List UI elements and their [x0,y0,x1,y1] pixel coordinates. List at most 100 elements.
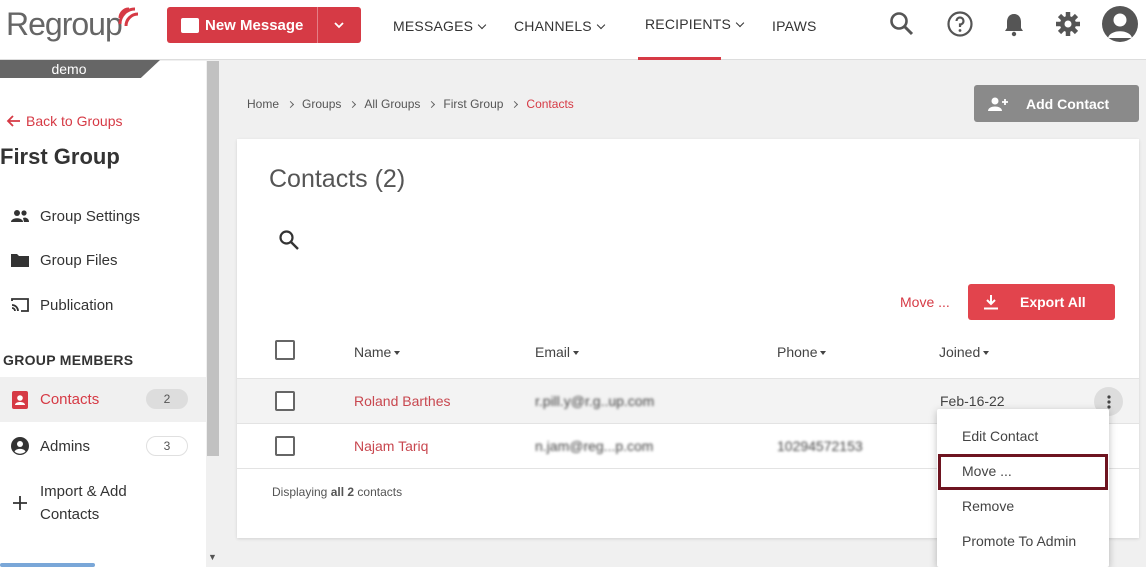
search-icon[interactable] [278,229,300,251]
contact-card-icon [0,390,40,409]
column-header-name[interactable]: Name [354,344,401,360]
nav-recipients[interactable]: RECIPIENTS [645,16,745,32]
nav-messages[interactable]: MESSAGES [393,18,487,34]
arrow-left-icon [6,115,20,127]
column-phone-label: Phone [777,344,818,360]
export-all-button[interactable]: Export All [968,284,1115,320]
add-contact-button[interactable]: Add Contact [974,85,1139,122]
footer-count: all 2 [330,485,355,499]
folder-icon [0,253,40,267]
contact-name-link[interactable]: Roland Barthes [354,393,451,409]
menu-item-edit-contact[interactable]: Edit Contact [937,419,1109,454]
footer-prefix: Displaying [272,485,331,499]
chevron-right-icon [286,100,295,108]
person-silhouette-icon [1108,13,1132,38]
group-members-heading: GROUP MEMBERS [3,352,134,368]
caret-down-icon [477,20,487,30]
contact-joined: Feb-16-22 [940,393,1005,409]
contact-phone: 10294572153 [777,438,863,454]
sidebar-item-label: Publication [40,296,114,314]
column-header-joined[interactable]: Joined [939,344,990,360]
chevron-right-icon [511,100,519,108]
contact-email: n.jam@reg...p.com [535,438,654,454]
back-to-groups-label: Back to Groups [26,113,123,129]
sidebar-item-group-settings[interactable]: Group Settings [0,196,206,236]
column-joined-label: Joined [939,344,981,360]
export-all-label: Export All [1020,294,1086,310]
sidebar-item-label: Contacts [40,391,100,408]
row-checkbox[interactable] [275,436,295,456]
column-header-phone[interactable]: Phone [777,344,827,360]
bell-icon[interactable] [1000,10,1028,38]
logo-text: Regroup [6,6,123,42]
select-all-checkbox[interactable] [275,340,295,360]
import-add-label-line2: Contacts [40,506,100,523]
help-icon[interactable] [946,10,974,38]
contact-name-link[interactable]: Najam Tariq [354,438,428,454]
nav-channels-label: CHANNELS [514,18,592,34]
sidebar-item-label: Group Settings [40,207,141,225]
add-person-icon [988,97,1008,111]
breadcrumb-first-group[interactable]: First Group [443,97,503,111]
nav-recipients-label: RECIPIENTS [645,16,732,32]
sidebar-item-label: Import & Add Contacts [40,480,127,526]
nav-channels[interactable]: CHANNELS [514,18,606,34]
nav-ipaws[interactable]: IPAWS [772,18,817,34]
sidebar-scrollbar-thumb[interactable] [207,61,219,456]
download-icon [984,295,998,310]
sidebar-item-admins[interactable]: Admins 3 [0,426,206,466]
chevron-right-icon [428,100,436,108]
chevron-down-icon[interactable] [333,19,345,33]
column-name-label: Name [354,344,392,360]
nav-ipaws-label: IPAWS [772,18,817,34]
account-tab: demo [0,60,160,78]
sidebar-item-group-files[interactable]: Group Files [0,240,206,280]
contact-email: r.pill.y@r.g..up.com [535,393,655,409]
caret-down-icon [596,20,606,30]
sidebar-item-publication[interactable]: Publication [0,285,206,325]
breadcrumb-groups[interactable]: Groups [302,97,341,111]
sort-caret-icon [820,351,827,355]
menu-item-remove[interactable]: Remove [937,489,1109,524]
gear-icon[interactable] [1054,10,1082,38]
top-nav-bar: Regroup New Message MESSAGES CHANNELS RE… [0,0,1146,60]
message-icon [181,17,199,33]
account-circle-icon [0,437,40,455]
back-to-groups-link[interactable]: Back to Groups [6,113,123,129]
group-title: First Group [0,144,120,169]
admins-count-badge: 3 [146,436,188,456]
sidebar-item-label: Group Files [40,251,118,269]
footer-suffix: contacts [354,485,403,499]
contacts-count-badge: 2 [146,389,188,409]
menu-item-highlight-outline [938,454,1108,490]
breadcrumb-home[interactable]: Home [247,97,279,111]
import-add-label-line1: Import & Add [40,483,127,500]
breadcrumb-contacts: Contacts [526,97,574,111]
regroup-logo[interactable]: Regroup [6,6,139,43]
new-message-button[interactable]: New Message [167,7,361,43]
sidebar-item-contacts[interactable]: Contacts 2 [0,377,206,422]
search-icon[interactable] [888,10,916,38]
sidebar-bottom-indicator [0,563,95,567]
caret-down-icon [735,18,745,28]
sidebar-item-import-add-contacts[interactable]: Import & Add Contacts [0,479,206,527]
row-checkbox[interactable] [275,391,295,411]
scroll-down-arrow-icon[interactable]: ▼ [208,552,217,562]
sidebar-item-label: Admins [40,437,91,455]
new-message-divider [317,7,318,43]
people-icon [0,209,40,223]
sort-caret-icon [394,351,401,355]
user-avatar-icon[interactable] [1102,6,1138,42]
menu-item-promote-to-admin[interactable]: Promote To Admin [937,524,1109,559]
nav-active-indicator [638,57,721,60]
breadcrumb-all-groups[interactable]: All Groups [364,97,420,111]
add-contact-label: Add Contact [1026,95,1110,112]
breadcrumb: Home Groups All Groups First Group Conta… [247,97,574,111]
sort-caret-icon [573,351,580,355]
column-email-label: Email [535,344,571,360]
chevron-right-icon [349,100,357,108]
displaying-count: Displaying all 2 contacts [272,485,402,499]
column-header-email[interactable]: Email [535,344,580,360]
sort-caret-icon [983,351,990,355]
move-link[interactable]: Move ... [900,294,950,310]
